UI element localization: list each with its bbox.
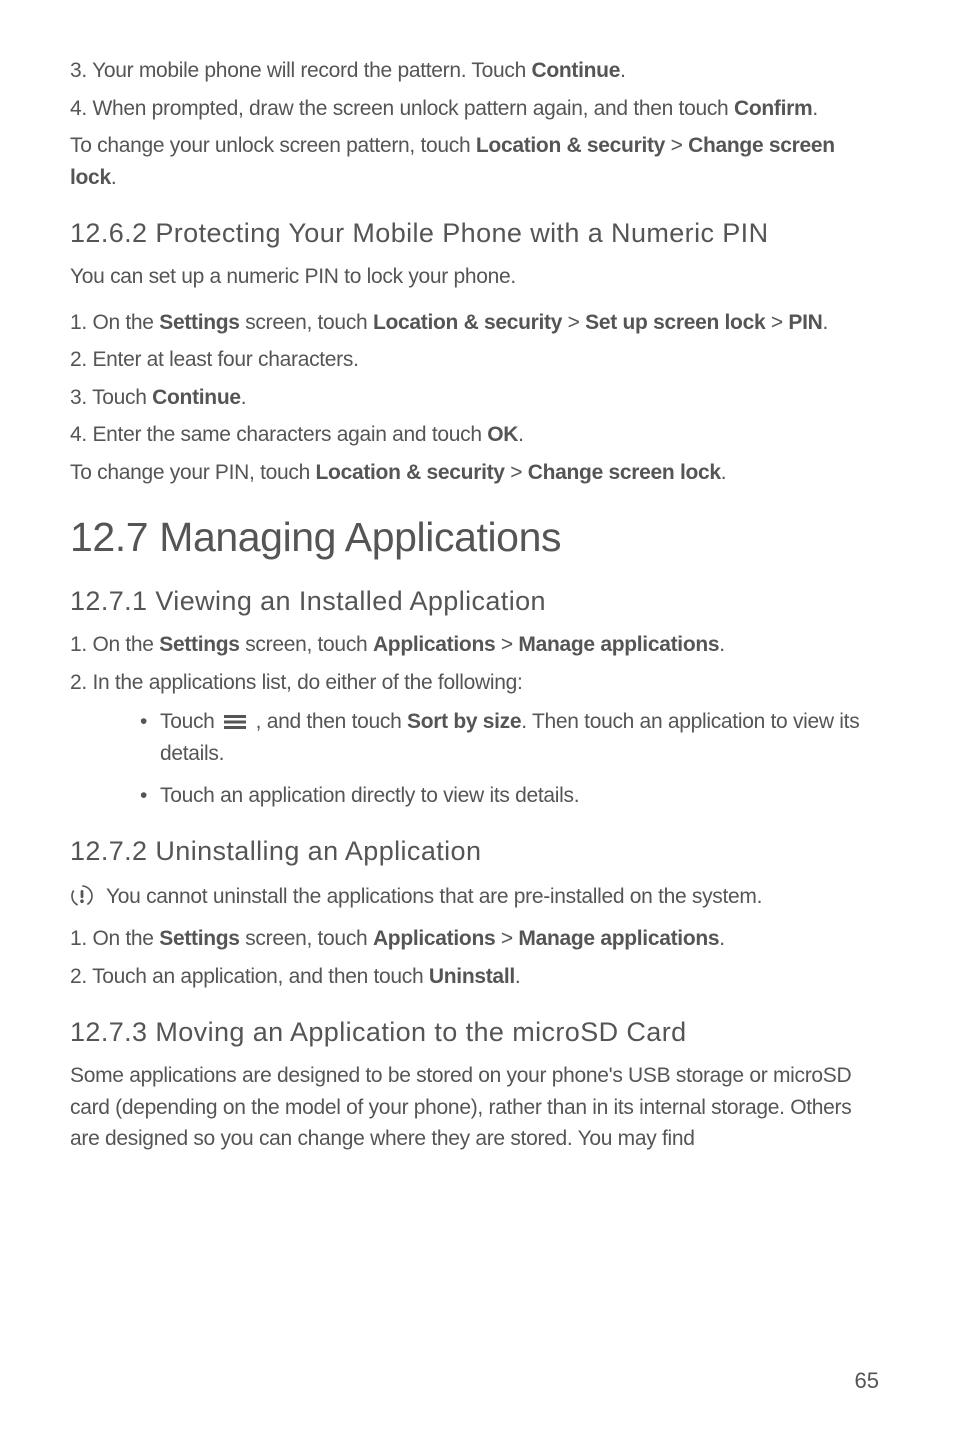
change-pattern-bold1: Location & security: [476, 134, 665, 157]
heading-12-7-1: 12.7.1 Viewing an Installed Application: [70, 586, 884, 617]
step-4-bold-confirm: Confirm: [734, 97, 812, 120]
menu-icon: [224, 707, 246, 739]
heading-12-7-num: 12.7: [70, 514, 159, 560]
heading-12-6-2-title: Protecting Your Mobile Phone with a Nume…: [155, 218, 768, 248]
heading-12-6-2-num: 12.6.2: [70, 218, 155, 248]
step-3: 3. Your mobile phone will record the pat…: [70, 55, 884, 87]
sec-12-7-1-bullet2: Touch an application directly to view it…: [130, 780, 884, 812]
change-pattern-suffix: .: [111, 166, 117, 189]
step-3-suffix: .: [620, 59, 626, 82]
change-pattern-para: To change your unlock screen pattern, to…: [70, 130, 884, 193]
page-number: 65: [855, 1368, 879, 1394]
step-4-suffix: .: [812, 97, 818, 120]
sec-12-7-1-step2: 2. In the applications list, do either o…: [70, 667, 884, 699]
sec-12-6-2-intro: You can set up a numeric PIN to lock you…: [70, 261, 884, 293]
step-4-prefix: 4. When prompted, draw the screen unlock…: [70, 97, 734, 120]
step-4: 4. When prompted, draw the screen unlock…: [70, 93, 884, 125]
caution-icon: [70, 884, 94, 913]
sec-12-6-2-step2: 2. Enter at least four characters.: [70, 344, 884, 376]
sec-12-7-2-step2: 2. Touch an application, and then touch …: [70, 961, 884, 993]
sec-12-7-1-bullets: Touch , and then touch Sort by size. The…: [130, 706, 884, 811]
sec-12-7-1-bullet1: Touch , and then touch Sort by size. The…: [130, 706, 884, 770]
sec-12-6-2-step3: 3. Touch Continue.: [70, 382, 884, 414]
step-3-bold-continue: Continue: [531, 59, 620, 82]
sec-12-7-1-step1: 1. On the Settings screen, touch Applica…: [70, 629, 884, 661]
heading-12-7-3: 12.7.3 Moving an Application to the micr…: [70, 1017, 884, 1048]
sec-12-6-2-step1: 1. On the Settings screen, touch Locatio…: [70, 307, 884, 339]
heading-12-6-2: 12.6.2 Protecting Your Mobile Phone with…: [70, 218, 884, 249]
change-pattern-prefix: To change your unlock screen pattern, to…: [70, 134, 476, 157]
sec-12-7-2-note-text: You cannot uninstall the applications th…: [106, 881, 762, 913]
sec-12-7-2-step1: 1. On the Settings screen, touch Applica…: [70, 923, 884, 955]
sec-12-6-2-step4: 4. Enter the same characters again and t…: [70, 419, 884, 451]
sec-12-7-3-para: Some applications are designed to be sto…: [70, 1060, 884, 1155]
heading-12-7-2: 12.7.2 Uninstalling an Application: [70, 836, 884, 867]
heading-12-7-title: Managing Applications: [159, 514, 561, 560]
sec-12-6-2-change-pin: To change your PIN, touch Location & sec…: [70, 457, 884, 489]
change-pattern-mid1: >: [665, 134, 688, 157]
heading-12-7: 12.7 Managing Applications: [70, 514, 884, 561]
sec-12-7-2-note: You cannot uninstall the applications th…: [70, 881, 884, 913]
step-3-prefix: 3. Your mobile phone will record the pat…: [70, 59, 531, 82]
